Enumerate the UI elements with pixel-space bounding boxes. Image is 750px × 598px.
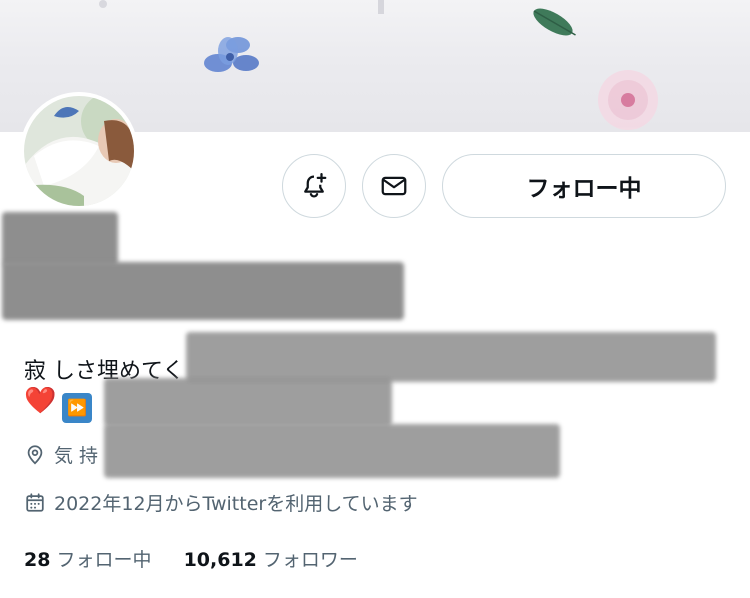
- follow-counts: 28 フォロー中 10,612 フォロワー: [24, 545, 358, 572]
- following-link[interactable]: 28 フォロー中: [24, 549, 158, 571]
- joined-date-text: 2022年12月からTwitterを利用しています: [54, 493, 418, 515]
- following-button[interactable]: フォロー中: [442, 154, 726, 218]
- following-label: フォロー中: [56, 549, 152, 571]
- location-pin-icon: [27, 444, 43, 464]
- avatar-image: [24, 96, 134, 206]
- location-row: 気 持: [24, 441, 98, 468]
- location-text: 気 持: [54, 445, 99, 467]
- bio-emoji-line: ❤️ ⏩: [24, 386, 93, 423]
- redacted-username: [2, 262, 404, 320]
- fast-forward-emoji: ⏩: [62, 393, 93, 423]
- notification-button[interactable]: [282, 154, 346, 218]
- envelope-icon: [381, 176, 407, 196]
- bell-plus-icon: [304, 173, 327, 198]
- redacted-display-name: [2, 212, 118, 266]
- followers-count: 10,612: [183, 549, 257, 571]
- following-count: 28: [24, 549, 51, 571]
- joined-date-row: 2022年12月からTwitterを利用しています: [24, 489, 418, 516]
- redacted-location: [104, 424, 560, 478]
- followers-label: フォロワー: [262, 549, 358, 571]
- heart-emoji: ❤️: [24, 386, 57, 416]
- redacted-bio-part: [186, 332, 716, 382]
- calendar-icon: [26, 492, 44, 512]
- followers-link[interactable]: 10,612 フォロワー: [184, 549, 358, 571]
- redacted-bio-line2: [104, 378, 392, 426]
- profile-avatar[interactable]: [20, 92, 138, 210]
- message-button[interactable]: [362, 154, 426, 218]
